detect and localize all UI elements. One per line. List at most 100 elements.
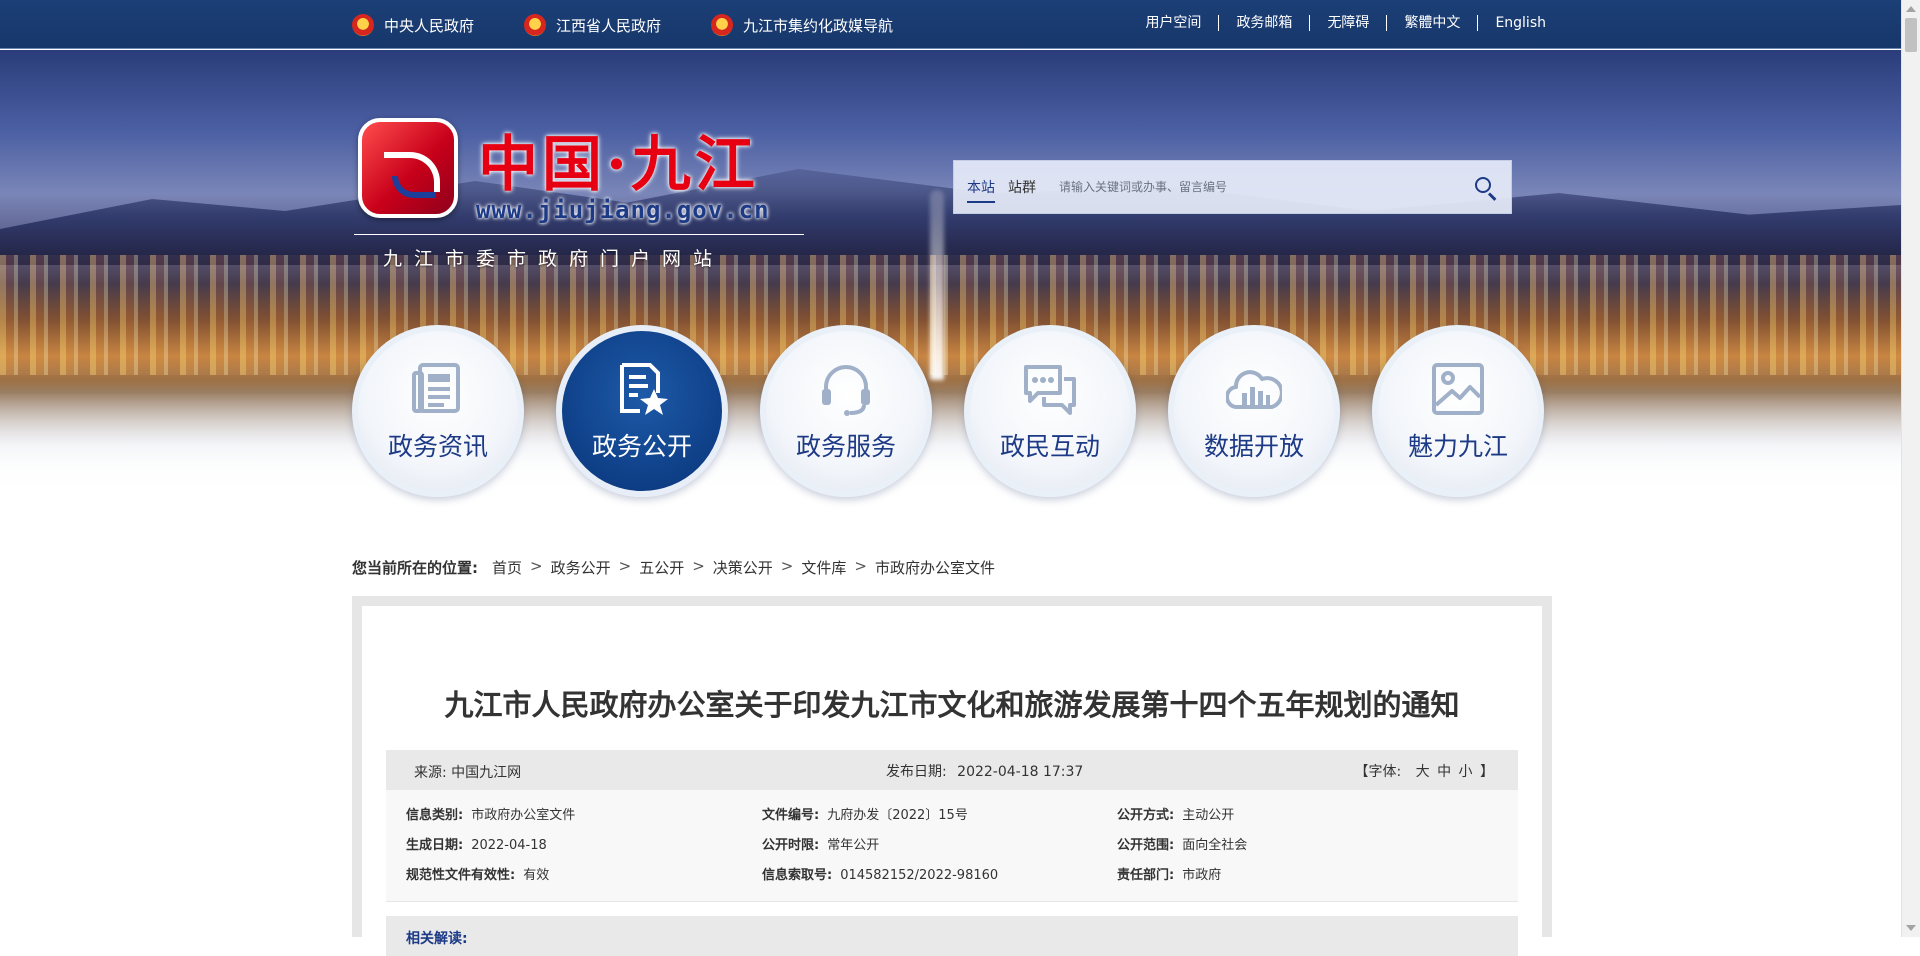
accessibility-link[interactable]: 无障碍 [1309,15,1386,31]
breadcrumb-decision-open[interactable]: 决策公开 [713,557,773,578]
search-icon [1475,177,1491,193]
breadcrumb-separator: > [618,557,632,575]
search-box: 本站 站群 [953,160,1512,214]
article-content: 九江市人民政府办公室关于印发九江市文化和旅游发展第十四个五年规划的通知 来源: … [362,606,1542,956]
user-space-link[interactable]: 用户空间 [1128,15,1218,31]
nav-item-gov-open[interactable]: 政务公开 [556,325,728,497]
search-tab-group[interactable]: 站群 [1008,177,1036,197]
info-category: 信息类别: 市政府办公室文件 [406,804,575,823]
info-value: 市政府办公室文件 [471,808,576,823]
main-nav: 政务资讯 政务公开 政务服务 政民互动 数据开放 魅力九江 [352,325,1548,497]
info-value: 九府办发〔2022〕15号 [827,808,968,823]
font-size-medium[interactable]: 中 [1437,764,1451,780]
info-value: 市政府 [1182,868,1222,883]
top-utility-links: 用户空间 政务邮箱 无障碍 繁體中文 English [1128,15,1546,31]
date-label: 发布日期: [886,764,947,780]
national-emblem-icon [524,14,547,36]
gov-link-jiangxi[interactable]: 江西省人民政府 [524,14,661,36]
nav-item-gov-news[interactable]: 政务资讯 [352,325,524,497]
national-emblem-icon [352,14,374,36]
info-value: 面向全社会 [1182,838,1248,853]
chat-bubbles-icon [1024,365,1076,415]
logo-url: www.jiujiang.gov.cn [476,196,770,224]
nav-item-label: 政务公开 [591,432,692,461]
info-index-number: 信息索取号: 014582152/2022-98160 [762,864,998,883]
logo-title: 中国·九江 [478,130,759,200]
breadcrumb-office-files[interactable]: 市政府办公室文件 [875,557,995,578]
breadcrumb-separator: > [692,557,705,575]
top-gov-links: 中央人民政府 江西省人民政府 九江市集约化政媒导航 [352,14,943,36]
info-value: 主动公开 [1182,808,1235,823]
banner-mountains [0,169,1901,265]
nav-item-interaction[interactable]: 政民互动 [964,325,1136,497]
gov-link-jiujiang-nav[interactable]: 九江市集约化政媒导航 [711,14,893,36]
nav-item-open-data[interactable]: 数据开放 [1168,325,1340,497]
breadcrumb-five-open[interactable]: 五公开 [639,557,684,578]
document-star-icon [620,363,668,415]
image-gallery-icon [1432,363,1484,415]
article-meta-bar: 来源: 中国九江网 发布日期: 2022-04-18 17:37 【字体: 大 … [386,750,1518,790]
national-emblem-icon [711,14,734,36]
gov-link-label: 九江市集约化政媒导航 [743,16,894,35]
font-size-open: 【字体: [1354,764,1402,780]
breadcrumb-separator: > [530,557,543,575]
breadcrumb-home[interactable]: 首页 [492,557,522,578]
nav-item-gov-service[interactable]: 政务服务 [760,325,932,497]
info-open-scope: 公开范围: 面向全社会 [1117,834,1247,853]
info-value: 常年公开 [827,838,880,853]
headset-icon [822,365,870,416]
scroll-up-arrow-icon[interactable] [1906,6,1916,12]
nav-item-label: 魅力九江 [1407,432,1508,461]
source-label: 来源: [414,765,447,781]
info-key: 信息索取号: [762,868,833,883]
search-button[interactable] [1473,175,1499,201]
page-scrollbar[interactable] [1901,0,1920,937]
breadcrumb-lead: 您当前所在的位置: [352,559,478,577]
gov-link-central[interactable]: 中央人民政府 [352,14,474,36]
info-key: 生成日期: [406,838,464,853]
info-key: 文件编号: [762,808,820,823]
info-open-method: 公开方式: 主动公开 [1117,804,1234,823]
gov-link-label: 中央人民政府 [384,16,475,35]
breadcrumb-file-library[interactable]: 文件库 [801,557,846,578]
article-info-table: 信息类别: 市政府办公室文件 文件编号: 九府办发〔2022〕15号 公开方式: 主动… [386,790,1518,902]
article-source: 来源: 中国九江网 [414,762,521,782]
info-value: 014582152/2022-98160 [840,868,999,883]
nav-item-charm-jiujiang[interactable]: 魅力九江 [1372,325,1544,497]
font-size-control: 【字体: 大 中 小 】 [1354,761,1494,781]
traditional-chinese-link[interactable]: 繁體中文 [1386,15,1477,31]
scroll-down-arrow-icon[interactable] [1906,925,1916,931]
nav-item-label: 政务资讯 [387,432,488,461]
info-validity: 规范性文件有效性: 有效 [406,864,549,883]
article-title: 九江市人民政府办公室关于印发九江市文化和旅游发展第十四个五年规划的通知 [444,688,1460,722]
info-value: 有效 [523,868,550,883]
breadcrumb-gov-open[interactable]: 政务公开 [551,557,611,578]
news-document-icon [412,363,460,413]
gov-link-label: 江西省人民政府 [556,16,662,35]
english-link[interactable]: English [1477,15,1546,31]
search-tab-site[interactable]: 本站 [967,177,995,203]
font-size-small[interactable]: 小 [1459,764,1473,780]
info-key: 公开范围: [1117,838,1175,853]
gov-mail-link[interactable]: 政务邮箱 [1218,15,1309,31]
info-key: 公开方式: [1117,808,1175,823]
site-logo[interactable]: 中国·九江 www.jiujiang.gov.cn 九江市委市政府门户网站 [354,118,804,278]
info-value: 2022-04-18 [471,838,547,853]
scrollbar-thumb[interactable] [1905,18,1917,52]
logo-mark-icon [358,118,458,218]
breadcrumb: 您当前所在的位置: 首页 > 政务公开 > 五公开 > 决策公开 > 文件库 >… [352,557,995,578]
related-interpretation: 相关解读: [386,916,1518,956]
info-key: 规范性文件有效性: [406,868,516,883]
font-size-close: 】 [1480,764,1494,780]
related-label: 相关解读: [406,931,468,947]
info-created-date: 生成日期: 2022-04-18 [406,834,547,853]
top-bar: 中央人民政府 江西省人民政府 九江市集约化政媒导航 用户空间 政务邮箱 无障碍 … [0,0,1901,49]
nav-item-label: 数据开放 [1203,432,1304,461]
cloud-chart-icon [1226,370,1282,410]
article-frame: 九江市人民政府办公室关于印发九江市文化和旅游发展第十四个五年规划的通知 来源: … [352,596,1552,956]
font-size-large[interactable]: 大 [1416,764,1430,780]
search-input[interactable] [1059,175,1419,199]
info-key: 信息类别: [406,808,464,823]
info-department: 责任部门: 市政府 [1117,864,1221,883]
nav-item-label: 政务服务 [795,432,896,461]
